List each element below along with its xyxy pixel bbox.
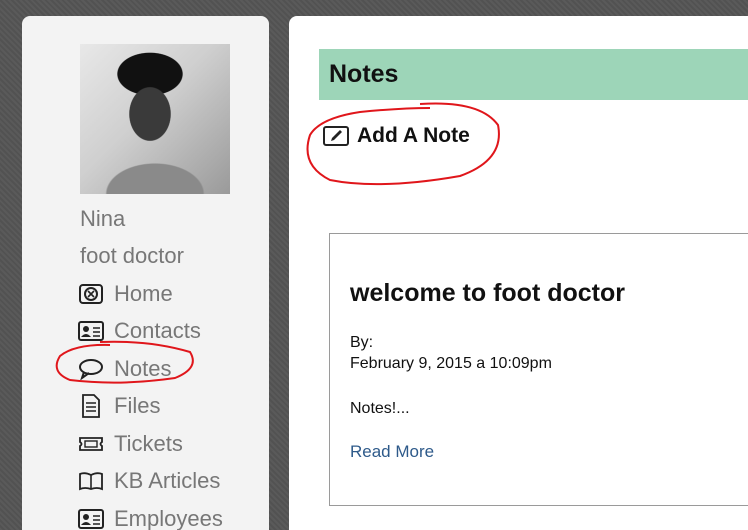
- sidebar-item-label: Employees: [114, 506, 223, 530]
- add-note-button[interactable]: Add A Note: [323, 124, 470, 148]
- note-excerpt: Notes!...: [350, 400, 410, 417]
- sidebar-item-tickets[interactable]: Tickets: [78, 429, 183, 459]
- sidebar-item-kb-articles[interactable]: KB Articles: [78, 466, 220, 496]
- main-content: Notes Add A Note welcome to foot doctor …: [289, 16, 748, 530]
- sidebar-item-home[interactable]: Home: [78, 279, 173, 309]
- employee-card-icon: [78, 508, 104, 530]
- sidebar-item-label: Contacts: [114, 318, 201, 343]
- sidebar-item-contacts[interactable]: Contacts: [78, 316, 201, 346]
- pencil-icon: [323, 126, 349, 146]
- sidebar-item-files[interactable]: Files: [78, 391, 160, 421]
- user-name: Nina: [80, 206, 126, 231]
- sidebar-item-label: Home: [114, 281, 173, 306]
- sidebar-item-label: Files: [114, 393, 161, 418]
- org-name: foot doctor: [80, 243, 184, 268]
- note-date: February 9, 2015 a 10:09pm: [350, 355, 552, 372]
- contact-card-icon: [78, 320, 104, 342]
- sidebar-item-label: Notes: [114, 356, 172, 381]
- speech-bubble-icon: [78, 358, 104, 380]
- note-title: welcome to foot doctor: [350, 279, 625, 307]
- note-card: welcome to foot doctor By: February 9, 2…: [329, 233, 748, 506]
- page-title: Notes: [319, 49, 748, 100]
- read-more-link[interactable]: Read More: [350, 442, 434, 462]
- book-icon: [78, 470, 104, 492]
- sidebar-item-employees[interactable]: Employees: [78, 504, 223, 530]
- document-icon: [78, 394, 104, 418]
- avatar: [80, 44, 230, 194]
- home-icon: [78, 283, 104, 305]
- sidebar-item-label: KB Articles: [114, 468, 221, 493]
- add-note-label: Add A Note: [357, 124, 470, 147]
- sidebar-item-notes[interactable]: Notes: [78, 354, 171, 384]
- note-author-label: By:: [350, 334, 374, 351]
- sidebar: Nina foot doctor Home Contacts Notes Fil…: [22, 16, 269, 530]
- sidebar-item-label: Tickets: [114, 431, 183, 456]
- ticket-icon: [78, 433, 104, 455]
